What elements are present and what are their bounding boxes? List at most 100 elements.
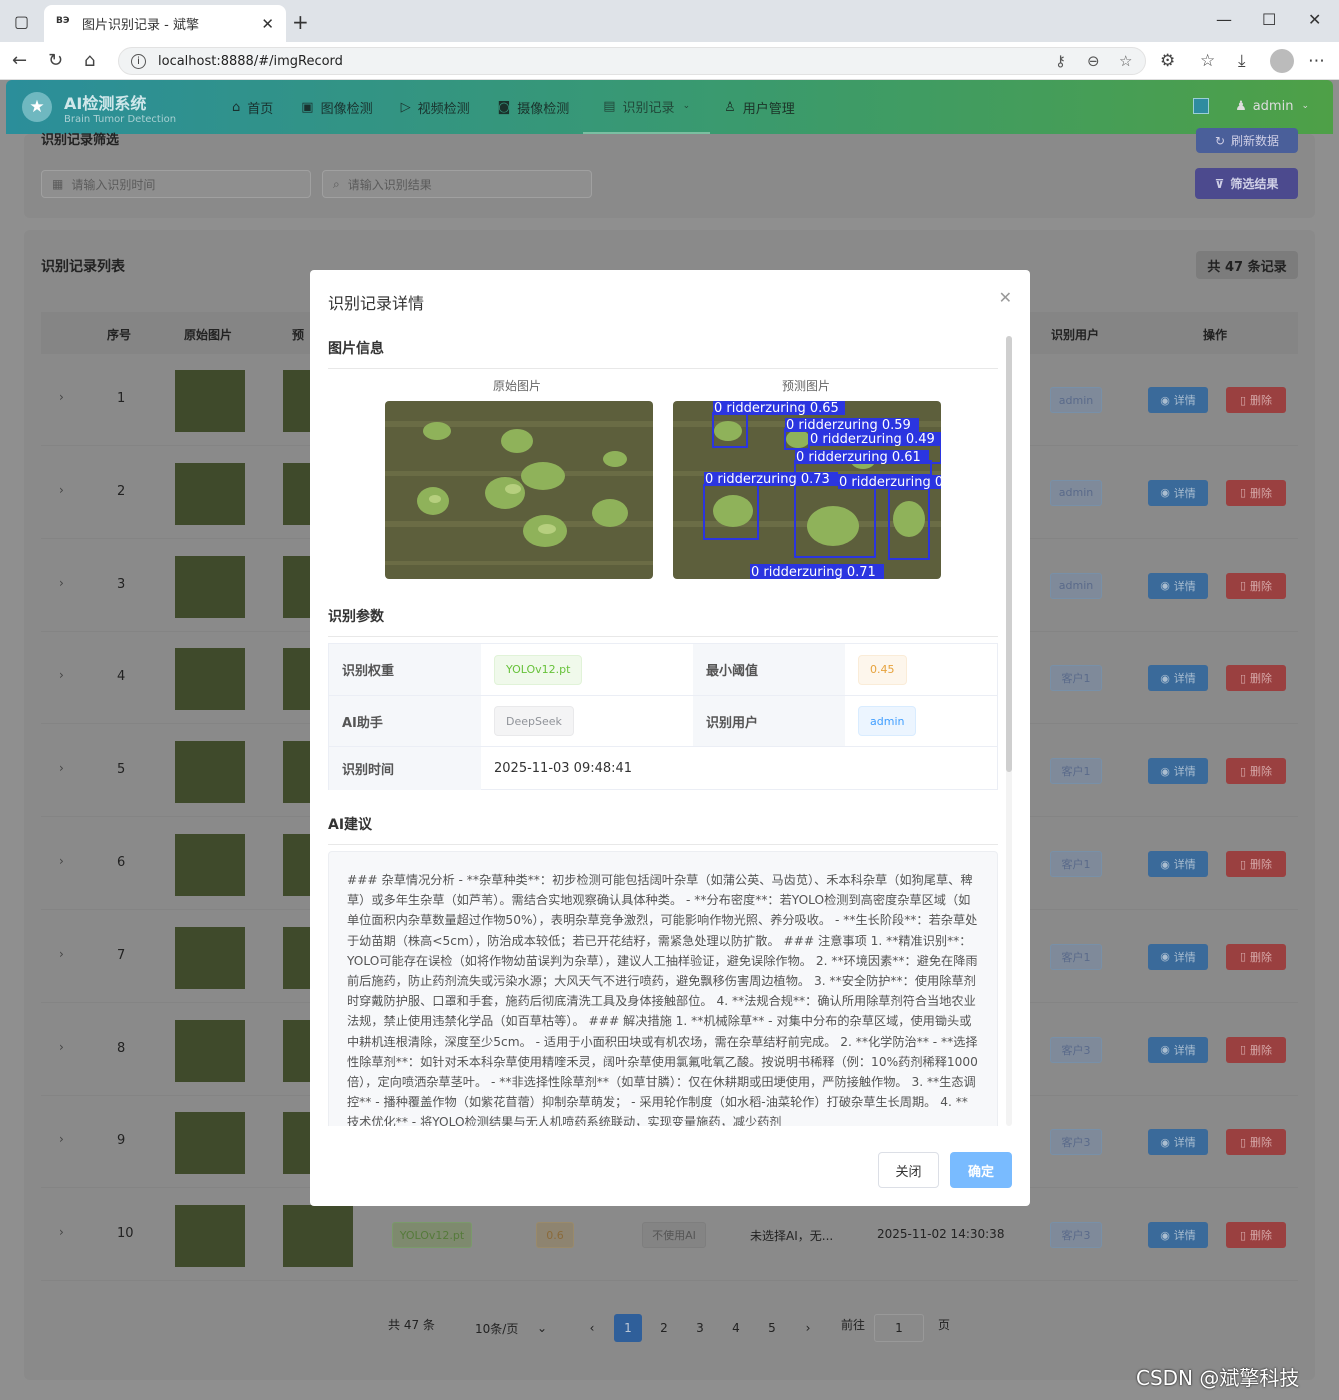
expand-chevron-icon[interactable]: › [59, 1132, 64, 1146]
expand-chevron-icon[interactable]: › [59, 854, 64, 868]
detail-button[interactable]: ◉ 详情 [1148, 387, 1208, 413]
back-icon[interactable]: ← [12, 50, 27, 71]
close-icon[interactable]: ✕ [999, 288, 1012, 307]
more-icon[interactable]: ⋯ [1308, 51, 1325, 71]
page-button-4[interactable]: 4 [722, 1314, 750, 1342]
dialog-body[interactable]: 图片信息 原始图片 预测图片 0 ridderzuring 0.65 0 rid… [328, 336, 998, 1126]
result-filter-input[interactable]: ⌕ 请输入识别结果 [322, 170, 592, 198]
zoom-icon[interactable]: ⊖ [1087, 52, 1100, 70]
page-button-5[interactable]: 5 [758, 1314, 786, 1342]
scrollbar-thumb[interactable] [1006, 336, 1012, 772]
page-size-select[interactable]: 10条/页 ⌄ [449, 1314, 563, 1342]
row-original-thumb[interactable] [175, 741, 245, 804]
row-original-thumb[interactable] [175, 648, 245, 711]
delete-button[interactable]: ▯ 删除 [1226, 665, 1286, 692]
profile-avatar[interactable] [1270, 49, 1294, 73]
time-filter-input[interactable]: ▦ 请输入识别时间 [41, 170, 311, 198]
menu-item-users[interactable]: ♙ 用户管理 [710, 80, 809, 134]
expand-chevron-icon[interactable]: › [59, 390, 64, 404]
browser-tab[interactable]: BЭ 图片识别记录 - 斌擎 ✕ [44, 5, 286, 42]
favorites-icon[interactable]: ☆ [1200, 51, 1215, 71]
eye-icon: ◉ [1160, 671, 1170, 685]
expand-chevron-icon[interactable]: › [59, 947, 64, 961]
result-placeholder: 请输入识别结果 [347, 177, 432, 192]
new-tab-icon[interactable]: + [292, 10, 309, 34]
tab-actions-icon[interactable]: ▢ [14, 12, 29, 31]
detail-button[interactable]: ◉ 详情 [1148, 1129, 1208, 1156]
favorite-star-icon[interactable]: ☆ [1119, 52, 1132, 70]
delete-button[interactable]: ▯ 删除 [1226, 1129, 1286, 1156]
detail-button[interactable]: ◉ 详情 [1148, 572, 1208, 599]
expand-chevron-icon[interactable]: › [59, 1040, 64, 1054]
close-button[interactable]: 关闭 [878, 1152, 939, 1188]
page-button-3[interactable]: 3 [686, 1314, 714, 1342]
row-predicted-thumb[interactable] [283, 1205, 353, 1268]
row-original-thumb[interactable] [175, 834, 245, 896]
info-icon[interactable]: i [131, 53, 146, 69]
delete-button[interactable]: ▯ 删除 [1226, 758, 1286, 785]
page-button-2[interactable]: 2 [650, 1314, 678, 1342]
menu-item-video[interactable]: ▷ 视频检测 [387, 80, 484, 134]
goto-page-input[interactable]: 1 [874, 1314, 924, 1342]
original-image[interactable] [385, 401, 653, 579]
expand-chevron-icon[interactable]: › [59, 483, 64, 497]
delete-button[interactable]: ▯ 删除 [1226, 572, 1286, 599]
detail-button[interactable]: ◉ 详情 [1148, 665, 1208, 692]
detail-button[interactable]: ◉ 详情 [1148, 851, 1208, 877]
next-page-button[interactable]: › [794, 1314, 822, 1342]
detail-button[interactable]: ◉ 详情 [1148, 943, 1208, 970]
user-menu[interactable]: ♟ admin ⌄ [1193, 98, 1309, 114]
expand-chevron-icon[interactable]: › [59, 576, 64, 590]
refresh-button[interactable]: ↻ 刷新数据 [1196, 128, 1298, 153]
delete-button[interactable]: ▯ 删除 [1226, 851, 1286, 877]
menu-item-records[interactable]: ▤ 识别记录 ⌄ [583, 80, 711, 134]
row-original-thumb[interactable] [175, 370, 245, 432]
expand-chevron-icon[interactable]: › [59, 1225, 64, 1239]
menu-label: 视频检测 [417, 101, 470, 117]
filter-button[interactable]: ⊽ 筛选结果 [1195, 168, 1298, 199]
predicted-image[interactable]: 0 ridderzuring 0.65 0 ridderzuring 0.59 … [673, 401, 941, 579]
menu-item-home[interactable]: ⌂ 首页 [218, 80, 287, 134]
confirm-button[interactable]: 确定 [950, 1152, 1012, 1188]
prev-page-button[interactable]: ‹ [578, 1314, 606, 1342]
detail-button[interactable]: ◉ 详情 [1148, 479, 1208, 506]
download-icon[interactable]: ⤓ [1238, 51, 1246, 71]
conf-label: 最小阈值 [693, 644, 845, 695]
menu-item-image[interactable]: ▣ 图像检测 [287, 80, 386, 134]
row-original-thumb[interactable] [175, 1205, 245, 1268]
row-original-thumb[interactable] [175, 462, 245, 525]
weight-tag: YOLOv12.pt [494, 654, 583, 685]
minimize-icon[interactable]: — [1216, 10, 1232, 29]
delete-button[interactable]: ▯ 删除 [1226, 943, 1286, 970]
delete-button[interactable]: ▯ 删除 [1226, 387, 1286, 413]
url-field[interactable]: i localhost:8888/#/imgRecord ⚷ ⊖ ☆ [118, 47, 1146, 75]
expand-chevron-icon[interactable]: › [59, 761, 64, 775]
delete-button[interactable]: ▯ 删除 [1226, 479, 1286, 506]
eye-icon: ◉ [1160, 1228, 1170, 1242]
maximize-icon[interactable]: ☐ [1262, 10, 1276, 29]
delete-button[interactable]: ▯ 删除 [1226, 1222, 1286, 1249]
page-button-1[interactable]: 1 [614, 1314, 642, 1342]
row-original-thumb[interactable] [175, 555, 245, 618]
detail-button[interactable]: ◉ 详情 [1148, 758, 1208, 785]
close-window-icon[interactable]: ✕ [1308, 10, 1321, 29]
key-icon[interactable]: ⚷ [1055, 52, 1066, 70]
home-icon[interactable]: ⌂ [84, 50, 95, 71]
detail-button[interactable]: ◉ 详情 [1148, 1222, 1208, 1249]
row-original-thumb[interactable] [175, 1112, 245, 1175]
reload-icon[interactable]: ↻ [48, 50, 63, 71]
app-logo[interactable]: ★ AI检测系统 Brain Tumor Detection [22, 90, 218, 125]
image-icon: ▣ [301, 99, 314, 115]
browser-chrome: ▢ BЭ 图片识别记录 - 斌擎 ✕ + — ☐ ✕ ← ↻ ⌂ i local… [0, 0, 1339, 80]
row-original-thumb[interactable] [175, 1019, 245, 1082]
document-icon: ▤ [603, 98, 616, 114]
dialog-scrollbar[interactable] [1006, 336, 1012, 1126]
extensions-icon[interactable]: ⚙ [1160, 51, 1175, 71]
expand-chevron-icon[interactable]: › [59, 668, 64, 682]
detail-button[interactable]: ◉ 详情 [1148, 1036, 1208, 1063]
delete-button[interactable]: ▯ 删除 [1226, 1036, 1286, 1063]
menu-item-camera[interactable]: ◙ 摄像检测 [484, 80, 584, 134]
row-original-thumb[interactable] [175, 926, 245, 989]
screen-icon[interactable] [1193, 98, 1210, 114]
close-tab-icon[interactable]: ✕ [261, 15, 274, 33]
